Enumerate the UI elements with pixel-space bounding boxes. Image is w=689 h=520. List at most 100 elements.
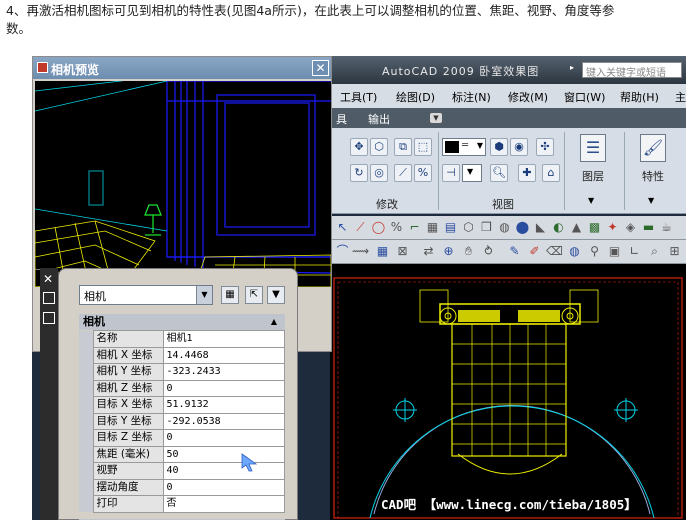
property-value-target-y[interactable]: -292.0538 <box>162 412 285 430</box>
ucs-icon[interactable]: ⊣ <box>442 164 460 182</box>
quick-select-icon[interactable]: ▦ <box>221 286 239 304</box>
camera-add-icon[interactable]: ✚ <box>518 164 536 182</box>
property-value-target-x[interactable]: 51.9132 <box>162 396 285 414</box>
search-arrow-icon[interactable]: ▸ <box>570 63 574 72</box>
chevron-down-icon[interactable]: ▼ <box>477 141 483 150</box>
ucs-combo[interactable]: ▼ <box>462 164 482 182</box>
property-value-field-of-view[interactable]: 40 <box>162 462 285 480</box>
sphere-icon[interactable]: ◍ <box>496 219 513 236</box>
pencil-icon[interactable]: ✎ <box>506 243 523 260</box>
property-value-plot[interactable]: 否 <box>162 495 285 513</box>
property-value-camera-z[interactable]: 0 <box>162 379 285 397</box>
cylinder-icon[interactable]: ⬤ <box>514 219 531 236</box>
drawing-area[interactable] <box>330 264 686 520</box>
close-icon[interactable]: ✕ <box>43 272 53 286</box>
view-cube-icon[interactable]: ⬢ <box>490 138 508 156</box>
layers-icon[interactable]: ☰ <box>580 134 606 162</box>
auto-hide-icon[interactable] <box>43 292 55 304</box>
light-icon[interactable]: ✦ <box>604 219 621 236</box>
box-icon[interactable]: ❒ <box>478 219 495 236</box>
menu-more[interactable]: 主 <box>675 89 686 105</box>
wireframe-room-render <box>35 81 331 287</box>
property-value-target-z[interactable]: 0 <box>162 429 285 447</box>
cone-icon[interactable]: ▲ <box>568 219 585 236</box>
camera-preview-title-bar[interactable]: 相机预览 <box>33 57 331 79</box>
pan-icon[interactable]: ✋︎ <box>460 243 477 260</box>
brush-icon[interactable]: ⚲ <box>586 243 603 260</box>
property-value-camera-x[interactable]: 14.4468 <box>162 346 285 364</box>
eraser-icon[interactable]: ⌫ <box>546 243 563 260</box>
zoom-icon[interactable]: 🔍︎ <box>490 164 508 182</box>
property-value-focal-length[interactable]: 50 <box>162 445 285 463</box>
menu-help[interactable]: 帮助(H) <box>620 89 659 105</box>
polyline-icon[interactable]: ⟿ <box>352 243 369 260</box>
teapot-icon[interactable]: ☕︎ <box>658 219 675 236</box>
tab-tools[interactable]: 具 <box>336 111 347 127</box>
menu-window[interactable]: 窗口(W) <box>564 89 605 105</box>
mirror-icon[interactable]: % <box>414 164 432 182</box>
wedge-icon[interactable]: ◣ <box>532 219 549 236</box>
object-type-select[interactable]: 相机 ▼ <box>79 285 213 305</box>
paint-icon[interactable]: ✐ <box>526 243 543 260</box>
toggle-pickadd-icon[interactable]: ▼ <box>267 286 285 304</box>
material-icon[interactable]: ◈ <box>622 219 639 236</box>
globe-icon[interactable]: ◍ <box>566 243 583 260</box>
zoom-window-icon[interactable]: ⌕ <box>646 243 663 260</box>
property-value-roll-angle[interactable]: 0 <box>162 478 285 496</box>
texture-icon[interactable]: ▩ <box>586 219 603 236</box>
table-icon[interactable]: ▤ <box>442 219 459 236</box>
collapse-icon[interactable]: ▲ <box>271 314 277 330</box>
region-icon[interactable]: ⊠ <box>394 243 411 260</box>
caption-line-1: 4、再激活相机图标可见到相机的特性表(见图4a所示)，在此表上可以调整相机的位置… <box>6 3 615 18</box>
property-name: 焦距 (毫米) <box>92 445 164 463</box>
select-objects-icon[interactable]: ⇱ <box>245 286 263 304</box>
menu-draw[interactable]: 绘图(D) <box>396 89 435 105</box>
rotate-3d-icon[interactable]: ⬡ <box>370 138 388 156</box>
tab-dropdown-icon[interactable]: ▼ <box>430 113 442 123</box>
search-input[interactable]: 键入关键字或短语 <box>582 62 682 78</box>
hatch-icon[interactable]: ▦ <box>424 219 441 236</box>
window-title: AutoCAD 2009 卧室效果图 <box>382 65 540 78</box>
palette-menu-icon[interactable] <box>43 312 55 324</box>
orbit2-icon[interactable]: ⊕ <box>440 243 457 260</box>
orbit-icon[interactable]: ✣ <box>536 138 554 156</box>
landscape-icon[interactable]: ▬ <box>640 219 657 236</box>
menu-tools[interactable]: 工具(T) <box>340 89 377 105</box>
render-icon[interactable]: ◉ <box>510 138 528 156</box>
scale-icon[interactable]: ◎ <box>370 164 388 182</box>
offset-icon[interactable]: ⟋ <box>394 164 412 182</box>
move-icon[interactable]: ✥ <box>350 138 368 156</box>
visual-style-combo[interactable]: ═ ▼ <box>442 138 486 156</box>
percent-icon[interactable]: % <box>388 219 405 236</box>
menu-modify[interactable]: 修改(M) <box>508 89 548 105</box>
property-value-name[interactable]: 相机1 <box>162 330 285 348</box>
line-icon[interactable]: ⟋ <box>352 219 369 236</box>
circle-icon[interactable]: ◯ <box>370 219 387 236</box>
flip-icon[interactable]: ⇄ <box>420 243 437 260</box>
zoom-extents-icon[interactable]: ⊞ <box>666 243 683 260</box>
arc-icon[interactable]: ⌒ <box>334 243 351 260</box>
calculator-icon[interactable]: ▣ <box>606 243 623 260</box>
stretch-icon[interactable]: ⬚ <box>414 138 432 156</box>
property-value-camera-y[interactable]: -323.2433 <box>162 363 285 381</box>
torus-icon[interactable]: ◐ <box>550 219 567 236</box>
walk-icon[interactable]: ⥁ <box>480 243 497 260</box>
chevron-down-icon[interactable]: ▼ <box>467 167 473 176</box>
fillet-icon[interactable]: ⌐ <box>406 219 423 236</box>
grid-icon[interactable]: ▦ <box>374 243 391 260</box>
tab-output[interactable]: 输出 <box>368 111 390 127</box>
menu-dimension[interactable]: 标注(N) <box>452 89 491 105</box>
cube-icon[interactable]: ⬡ <box>460 219 477 236</box>
copy-icon[interactable]: ⧉ <box>394 138 412 156</box>
close-icon[interactable]: ✕ <box>312 60 329 76</box>
properties-icon[interactable]: 🖌︎ <box>640 134 666 162</box>
dim-icon[interactable]: ∟ <box>626 243 643 260</box>
camera-icon[interactable]: ⌂ <box>542 164 560 182</box>
chevron-down-icon[interactable]: ▼ <box>196 286 212 304</box>
layers-dropdown-icon[interactable]: ▼ <box>588 196 594 205</box>
ribbon-separator <box>438 132 439 210</box>
properties-dropdown-icon[interactable]: ▼ <box>648 196 654 205</box>
pointer-icon[interactable]: ↖ <box>334 219 351 236</box>
rotate-icon[interactable]: ↻ <box>350 164 368 182</box>
category-header-camera[interactable]: 相机 ▲ <box>79 314 285 330</box>
